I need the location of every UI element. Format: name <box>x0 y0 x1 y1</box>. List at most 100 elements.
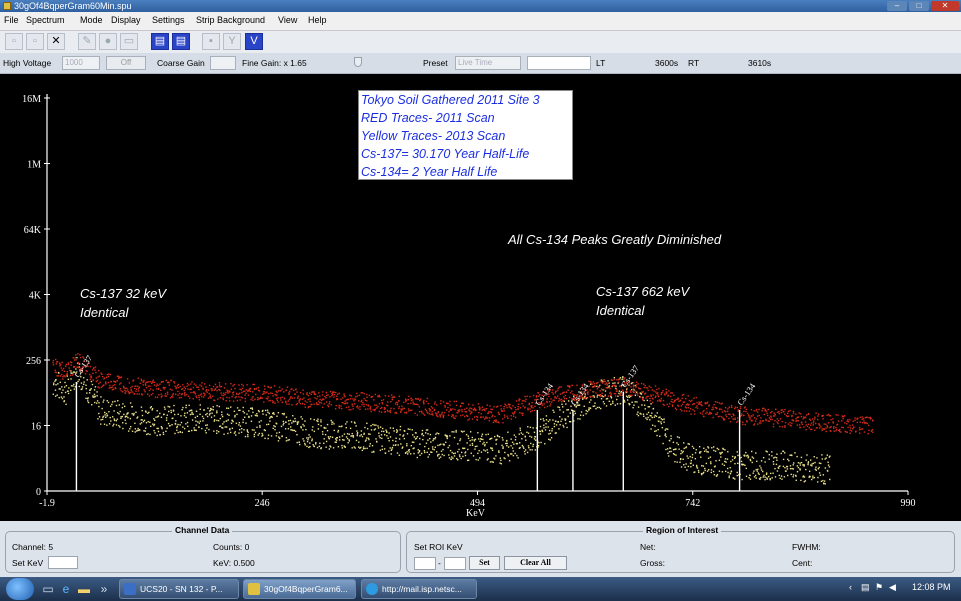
data-point <box>481 409 484 411</box>
arrow-icon[interactable]: » <box>96 581 112 597</box>
data-point <box>299 391 302 394</box>
export-icon[interactable]: ▭ <box>120 33 138 50</box>
data-point <box>254 398 256 401</box>
data-point <box>93 389 96 391</box>
data-point <box>191 429 193 432</box>
set-button[interactable]: Set <box>469 556 500 570</box>
coarse-gain-field[interactable] <box>210 56 236 70</box>
roi-start-input[interactable] <box>414 557 436 570</box>
data-point <box>634 401 636 403</box>
menu-spectrum[interactable]: Spectrum <box>26 15 65 25</box>
data-point <box>143 419 146 422</box>
task-spectrum-file[interactable]: 30gOf4BqperGram6... <box>243 579 356 599</box>
data-point <box>184 393 186 395</box>
data-point <box>803 476 806 478</box>
menu-mode[interactable]: Mode <box>80 15 103 25</box>
data-point <box>219 417 222 420</box>
minimize-button[interactable]: – <box>887 1 907 11</box>
new-icon[interactable]: ▫ <box>5 33 23 50</box>
menu-help[interactable]: Help <box>308 15 327 25</box>
data-point <box>126 387 128 389</box>
data-point <box>503 408 505 410</box>
folder-icon[interactable]: ▬ <box>76 581 92 597</box>
open-icon[interactable]: ▫ <box>26 33 44 50</box>
data-point <box>226 413 229 415</box>
spectrum-plot[interactable]: 16M 1M 64K 4K 256 16 0 -1.9 246 494 742 990 KeV Cs-13… <box>0 74 961 521</box>
menu-display[interactable]: Display <box>111 15 141 25</box>
marker-icon[interactable]: V <box>245 33 263 50</box>
data-point <box>378 394 380 397</box>
preset-value-field[interactable] <box>527 56 591 70</box>
data-point <box>60 396 63 398</box>
data-point <box>205 432 207 434</box>
network-icon[interactable]: ▤ <box>861 582 870 593</box>
data-point <box>98 402 100 404</box>
data-point <box>337 446 340 448</box>
data-point <box>552 393 554 395</box>
data-point <box>670 450 672 453</box>
data-point <box>387 437 389 439</box>
data-point <box>178 397 181 399</box>
data-point <box>800 421 803 424</box>
data-point <box>436 404 438 406</box>
task-browser[interactable]: http://mail.isp.netsc... <box>361 579 477 599</box>
maximize-button[interactable]: □ <box>909 1 929 11</box>
off-button[interactable]: Off <box>106 56 146 70</box>
data-point <box>313 418 315 421</box>
menu-settings[interactable]: Settings <box>152 15 185 25</box>
preset-select[interactable]: Live Time <box>455 56 521 70</box>
data-point <box>480 451 483 453</box>
flag-icon[interactable]: ⚑ <box>875 582 883 593</box>
menu-file[interactable]: File <box>4 15 19 25</box>
data-point <box>206 415 209 418</box>
clock[interactable]: 12:08 PM <box>912 582 951 592</box>
high-voltage-field[interactable]: 1000 <box>62 56 100 70</box>
document-icon[interactable]: ▤ <box>151 33 169 50</box>
task-ucs20[interactable]: UCS20 - SN 132 - P... <box>119 579 239 599</box>
data-point <box>149 407 152 409</box>
data-point <box>361 449 364 452</box>
data-point <box>430 406 433 408</box>
data-point <box>765 472 768 474</box>
lock-icon[interactable]: ▪ <box>202 33 220 50</box>
data-point <box>512 450 515 452</box>
data-point <box>274 429 276 431</box>
data-point <box>737 462 739 465</box>
data-point <box>406 443 408 445</box>
data-point <box>55 363 57 365</box>
menu-view[interactable]: View <box>278 15 297 25</box>
data-point <box>288 393 290 395</box>
data-point <box>652 398 654 400</box>
data-point <box>743 414 745 417</box>
data-point <box>747 456 749 459</box>
tray-arrow-icon[interactable]: ‹ <box>849 582 852 592</box>
clear-all-button[interactable]: Clear All <box>504 556 567 570</box>
volume-icon[interactable]: ◀ <box>889 582 896 593</box>
set-kev-input[interactable] <box>48 556 78 569</box>
data-point <box>437 454 439 456</box>
data-point <box>175 387 177 390</box>
edit-icon[interactable]: ✎ <box>78 33 96 50</box>
data-point <box>396 404 399 406</box>
circle-icon[interactable]: ● <box>99 33 117 50</box>
data-point <box>538 441 540 444</box>
desktop-icon[interactable]: ▭ <box>40 581 56 597</box>
roi-end-input[interactable] <box>444 557 466 570</box>
data-point <box>100 419 102 421</box>
data-point <box>169 388 172 390</box>
data-point <box>602 401 605 403</box>
menu-strip-background[interactable]: Strip Background <box>196 15 265 25</box>
data-point <box>593 405 596 407</box>
data-point <box>440 402 442 405</box>
start-button[interactable] <box>6 578 34 600</box>
data-point <box>713 404 715 406</box>
filter-icon[interactable]: Y <box>223 33 241 50</box>
data-point <box>819 424 821 427</box>
data-point <box>499 457 502 459</box>
fine-gain-slider[interactable] <box>354 57 362 67</box>
ie-icon[interactable]: e <box>58 581 74 597</box>
close-x-icon[interactable]: ✕ <box>47 33 65 50</box>
document-copy-icon[interactable]: ▤ <box>172 33 190 50</box>
close-window-button[interactable]: ✕ <box>931 1 959 11</box>
data-point <box>388 450 390 452</box>
